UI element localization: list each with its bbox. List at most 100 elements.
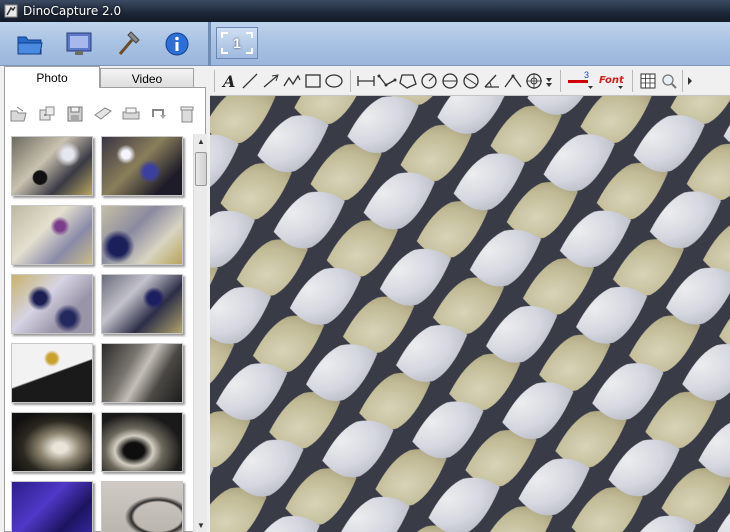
line-width-icon: 3 bbox=[568, 70, 593, 89]
toolbar-separator bbox=[214, 70, 215, 92]
freehand-tool[interactable] bbox=[282, 70, 302, 92]
tab-video[interactable]: Video bbox=[100, 68, 194, 88]
thumbnail-scrollbar[interactable]: ▲ ▼ bbox=[193, 134, 207, 532]
more-tools-button[interactable] bbox=[544, 70, 554, 92]
arrow-icon bbox=[263, 74, 279, 88]
frame-corners-icon bbox=[221, 32, 253, 54]
line-tool[interactable] bbox=[240, 70, 260, 92]
app-icon bbox=[4, 4, 18, 18]
freehand-icon bbox=[283, 74, 301, 87]
grid-tool[interactable] bbox=[638, 70, 658, 92]
dice-button[interactable] bbox=[37, 104, 57, 124]
print-button[interactable] bbox=[121, 104, 141, 124]
polyline-icon bbox=[377, 74, 397, 87]
svg-text:A: A bbox=[221, 72, 235, 90]
target-tool[interactable] bbox=[524, 70, 544, 92]
circle-diameter-tool[interactable] bbox=[440, 70, 460, 92]
thumbnail[interactable] bbox=[11, 274, 93, 334]
title-bar: DinoCapture 2.0 bbox=[0, 0, 730, 22]
font-selector[interactable]: Font bbox=[598, 70, 626, 92]
thumbnail[interactable] bbox=[11, 205, 93, 265]
monitor-button[interactable] bbox=[63, 28, 95, 60]
arc-icon bbox=[463, 73, 479, 89]
scrollbar-thumb[interactable] bbox=[195, 152, 207, 186]
live-image-view[interactable] bbox=[210, 96, 730, 532]
hammer-icon bbox=[118, 31, 140, 55]
thumbnail[interactable] bbox=[101, 136, 183, 196]
toolbar-overflow-button[interactable] bbox=[685, 70, 695, 92]
toolbar-separator bbox=[632, 70, 633, 92]
rectangle-tool[interactable] bbox=[303, 70, 323, 92]
folder-button[interactable] bbox=[14, 28, 46, 60]
thumbnail[interactable] bbox=[101, 481, 183, 532]
line-width-selector[interactable]: 3 bbox=[566, 70, 594, 92]
open-button[interactable] bbox=[9, 104, 29, 124]
polygon-tool[interactable] bbox=[398, 70, 418, 92]
trash-icon bbox=[180, 106, 194, 123]
refresh-button[interactable] bbox=[149, 104, 169, 124]
rectangle-icon bbox=[305, 74, 321, 88]
three-point-angle-icon bbox=[504, 74, 522, 88]
print-icon bbox=[122, 107, 140, 120]
save-button[interactable] bbox=[65, 104, 85, 124]
thumbnail[interactable] bbox=[11, 136, 93, 196]
circle-radius-tool[interactable] bbox=[419, 70, 439, 92]
arrow-tool[interactable] bbox=[261, 70, 281, 92]
thumbnail[interactable] bbox=[101, 343, 183, 403]
ellipse-tool[interactable] bbox=[324, 70, 344, 92]
main-toolbar bbox=[0, 22, 730, 66]
tools-button[interactable] bbox=[112, 28, 144, 60]
save-icon bbox=[67, 106, 83, 122]
angle-tool[interactable] bbox=[482, 70, 502, 92]
scroll-down-icon[interactable]: ▼ bbox=[194, 518, 208, 532]
polyline-tool[interactable] bbox=[377, 70, 397, 92]
scroll-up-icon[interactable]: ▲ bbox=[194, 134, 208, 148]
thumbnail[interactable] bbox=[11, 343, 93, 403]
monitor-icon bbox=[66, 32, 92, 55]
arc-tool[interactable] bbox=[461, 70, 481, 92]
thumbnail[interactable] bbox=[101, 205, 183, 265]
line-width-value: 3 bbox=[584, 70, 589, 80]
thumbnail[interactable] bbox=[11, 412, 93, 472]
thumbnail[interactable] bbox=[11, 481, 93, 532]
dice-icon bbox=[39, 106, 55, 121]
thumbnail[interactable] bbox=[101, 412, 183, 472]
ellipse-icon bbox=[325, 74, 343, 88]
line-icon bbox=[242, 73, 258, 89]
target-icon bbox=[526, 73, 542, 89]
polygon-icon bbox=[399, 74, 417, 89]
gallery-tabs: Photo Video bbox=[4, 66, 206, 88]
grid-icon bbox=[640, 73, 656, 89]
microscope-image bbox=[210, 96, 730, 532]
chevron-right-icon bbox=[688, 77, 692, 85]
circle-diameter-icon bbox=[442, 73, 458, 89]
font-label: Font bbox=[599, 75, 625, 86]
angle-icon bbox=[484, 74, 499, 88]
tab-photo[interactable]: Photo bbox=[4, 66, 100, 88]
thumbnail-panel: ▲ ▼ bbox=[4, 87, 207, 532]
tag-icon bbox=[94, 107, 112, 120]
toolbar-separator bbox=[682, 70, 683, 92]
annotation-toolbar: A 3 Font bbox=[210, 66, 730, 96]
toolbar-separator bbox=[560, 70, 561, 92]
toolbar-separator bbox=[350, 70, 351, 92]
info-button[interactable] bbox=[161, 28, 193, 60]
refresh-icon bbox=[152, 109, 166, 119]
delete-button[interactable] bbox=[177, 104, 197, 124]
window-title: DinoCapture 2.0 bbox=[23, 4, 122, 18]
thumbnail[interactable] bbox=[101, 274, 183, 334]
zoom-tool[interactable] bbox=[659, 70, 679, 92]
info-icon bbox=[165, 32, 189, 56]
tag-button[interactable] bbox=[93, 104, 113, 124]
open-icon bbox=[10, 106, 27, 122]
distance-tool[interactable] bbox=[356, 70, 376, 92]
thumbnail-toolbar bbox=[9, 104, 197, 126]
more-icon bbox=[546, 78, 552, 87]
angle-measure-tool[interactable] bbox=[503, 70, 523, 92]
circle-radius-icon bbox=[421, 73, 437, 89]
gallery-panel: Photo Video ▲ ▼ bbox=[0, 66, 210, 532]
frame-button[interactable]: 1 bbox=[216, 27, 258, 59]
text-tool[interactable]: A bbox=[219, 70, 239, 92]
folder-icon bbox=[17, 36, 43, 55]
text-icon: A bbox=[221, 72, 235, 90]
